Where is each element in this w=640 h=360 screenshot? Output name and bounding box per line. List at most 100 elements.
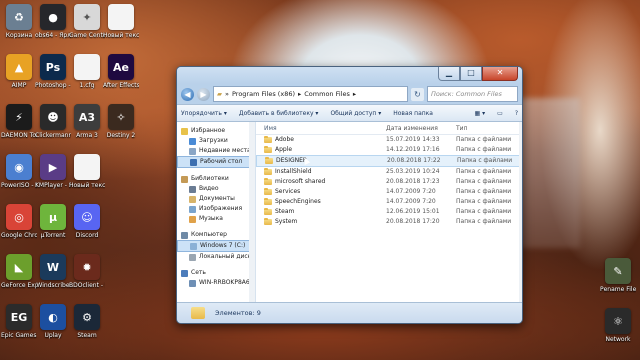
destiny2-shortcut[interactable]: ✧ Destiny 2 [103, 104, 139, 139]
back-button[interactable]: ◀ [181, 87, 194, 101]
obs-shortcut-shortcut[interactable]: ● obs64 - Ярлык [35, 4, 71, 39]
file-type: Папка с файлами [456, 218, 512, 225]
folder-icon [264, 198, 272, 205]
folder-icon [264, 188, 272, 195]
nav-item[interactable]: Загрузки [177, 136, 255, 146]
poweriso-shortcut[interactable]: ◉ PowerISO - Ярлык [1, 154, 37, 189]
new-text-doc-shortcut[interactable]: Новый текстовый [103, 4, 139, 39]
daemon-tools-shortcut[interactable]: ⚡ DAEMON Tools Lite [1, 104, 37, 139]
shortcut-label: AIMP [11, 82, 27, 89]
file-row[interactable]: Adobe 15.07.2019 14:33 Папка с файлами [256, 135, 522, 145]
nav-item-label: Избранное [191, 127, 226, 134]
file-date: 20.08.2018 17:20 [386, 218, 440, 225]
uplay-shortcut[interactable]: ◐ Uplay [35, 304, 71, 339]
column-header-name[interactable]: Имя [256, 125, 386, 132]
navigation-scrollbar[interactable] [249, 122, 255, 303]
photoshop-shortcut[interactable]: Ps Photoshop - Ярлык [35, 54, 71, 89]
shortcut-label: DAEMON Tools Lite [1, 132, 37, 139]
network-shortcut[interactable]: ⚛ Network [600, 308, 636, 343]
nav-item[interactable]: Недавние места [177, 146, 255, 156]
explorer-window[interactable]: ▁ □ ✕ ◀ ▶ ▰ » Program Files (x86) ▸ Comm… [176, 66, 523, 324]
file-row[interactable]: Services 14.07.2009 7:20 Папка с файлами [256, 187, 522, 197]
file-list: Имя Дата изменения Тип Adobe 15.07.2019 1… [256, 122, 522, 303]
nav-item[interactable]: Рабочий стол [177, 156, 255, 168]
file-date: 25.03.2019 10:24 [386, 168, 440, 175]
nav-item-icon [189, 137, 196, 145]
breadcrumb-program-files[interactable]: Program Files (x86) [232, 87, 295, 101]
maximize-button[interactable]: □ [460, 67, 482, 81]
nav-item-label: Видео [199, 185, 219, 192]
file-date: 14.07.2009 7:20 [386, 188, 436, 195]
share-button[interactable]: Общий доступ ▾ [330, 110, 381, 117]
breadcrumb-common-files[interactable]: Common Files [304, 87, 350, 101]
utorrent-icon: µ [40, 204, 66, 230]
nav-item[interactable]: Музыка [177, 214, 255, 224]
forward-button[interactable]: ▶ [197, 87, 210, 101]
nav-item[interactable]: Избранное [177, 126, 255, 136]
game-center-shortcut[interactable]: ✦ Game Center [69, 4, 105, 39]
address-folder-icon: ▰ [217, 90, 222, 98]
file-row[interactable]: SpeechEngines 14.07.2009 7:20 Папка с файл… [256, 197, 522, 207]
shortcut-label: Windscribe [36, 282, 70, 289]
file-list-scrollbar[interactable] [519, 122, 522, 303]
nav-item-icon [189, 185, 196, 193]
cfg-file-shortcut[interactable]: 1.cfg [69, 54, 105, 89]
file-name-cell: DESIGNER [257, 156, 387, 166]
clickermann-shortcut[interactable]: ☻ Clickermann - Ярлык [35, 104, 71, 139]
rename-file-shortcut[interactable]: ✎ Рename File [600, 258, 636, 293]
nav-item[interactable]: Компьютер [177, 230, 255, 240]
geforce-experience-shortcut[interactable]: ◣ GeForce Experience [1, 254, 37, 289]
preview-pane-icon[interactable]: ▭ [497, 110, 503, 117]
file-date: 15.07.2019 14:33 [386, 136, 440, 143]
shortcut-label: Photoshop - Ярлык [35, 82, 71, 89]
nav-item[interactable]: Локальный диск (D:) [177, 252, 255, 262]
nav-item[interactable]: Изображения [177, 204, 255, 214]
new-text-doc-2-shortcut[interactable]: Новый текстовый [69, 154, 105, 189]
new-text-doc-2-icon [74, 154, 100, 180]
nav-item-icon [181, 269, 188, 277]
shortcut-label: GeForce Experience [1, 282, 37, 289]
nav-item[interactable]: Библиотеки [177, 174, 255, 184]
arma3-shortcut[interactable]: A3 Arma 3 [69, 104, 105, 139]
file-row[interactable]: Apple 14.12.2019 17:16 Папка с файлами [256, 145, 522, 155]
kmplayer-shortcut[interactable]: ▶ KMPlayer - Ярлык [35, 154, 71, 189]
after-effects-shortcut[interactable]: Ae After Effects [103, 54, 139, 89]
nav-item[interactable]: Windows 7 (C:) [177, 240, 255, 252]
search-input[interactable]: Поиск: Common Files [427, 86, 518, 102]
file-row[interactable]: microsoft shared 20.08.2018 17:23 Папка с … [256, 177, 522, 187]
recycle-bin-shortcut[interactable]: ♻ Корзина [1, 4, 37, 39]
new-folder-button[interactable]: Новая папка [393, 110, 433, 117]
steam-shortcut[interactable]: ⚙ Steam [69, 304, 105, 339]
nav-item[interactable]: Документы [177, 194, 255, 204]
bdoclient-shortcut[interactable]: ✹ BDOclient - Ярлык [69, 254, 105, 289]
steam-icon: ⚙ [74, 304, 100, 330]
windscribe-shortcut[interactable]: W Windscribe [35, 254, 71, 289]
google-chrome-shortcut[interactable]: ◎ Google Chrome [1, 204, 37, 239]
organize-button[interactable]: Упорядочить ▾ [181, 110, 227, 117]
address-bar[interactable]: ▰ » Program Files (x86) ▸ Common Files ▸ [213, 86, 408, 102]
add-to-library-button[interactable]: Добавить в библиотеку ▾ [239, 110, 319, 117]
file-row[interactable]: InstallShield 25.03.2019 10:24 Папка с фай… [256, 167, 522, 177]
help-icon[interactable]: ? [515, 110, 518, 117]
refresh-button[interactable]: ↻ [411, 87, 424, 101]
column-header-type[interactable]: Тип [456, 125, 522, 132]
discord-shortcut[interactable]: ☺ Discord [69, 204, 105, 239]
file-row[interactable]: DESIGNER 20.08.2018 17:22 Папка с файлами [256, 155, 522, 167]
nav-item[interactable]: Видео [177, 184, 255, 194]
nav-item[interactable]: Сеть [177, 268, 255, 278]
nav-item-label: Рабочий стол [200, 158, 243, 165]
column-header-date[interactable]: Дата изменения [386, 125, 456, 132]
nav-item[interactable]: WIN-RRBOKP8A6SQ [177, 278, 255, 288]
minimize-button[interactable]: ▁ [438, 67, 460, 81]
epic-games-shortcut[interactable]: EG Epic Games Launcher [1, 304, 37, 339]
file-row[interactable]: System 20.08.2018 17:20 Папка с файлами [256, 217, 522, 227]
aimp-shortcut[interactable]: ▲ AIMP [1, 54, 37, 89]
close-button[interactable]: ✕ [482, 67, 518, 81]
file-row[interactable]: Steam 12.06.2019 15:01 Папка с файлами [256, 207, 522, 217]
file-type: Папка с файлами [456, 178, 512, 185]
view-options-icon[interactable]: ▦ ▾ [475, 110, 486, 117]
utorrent-shortcut[interactable]: µ µTorrent [35, 204, 71, 239]
windscribe-icon: W [40, 254, 66, 280]
shortcut-label: obs64 - Ярлык [35, 32, 71, 39]
window-titlebar[interactable]: ▁ □ ✕ [177, 67, 522, 84]
